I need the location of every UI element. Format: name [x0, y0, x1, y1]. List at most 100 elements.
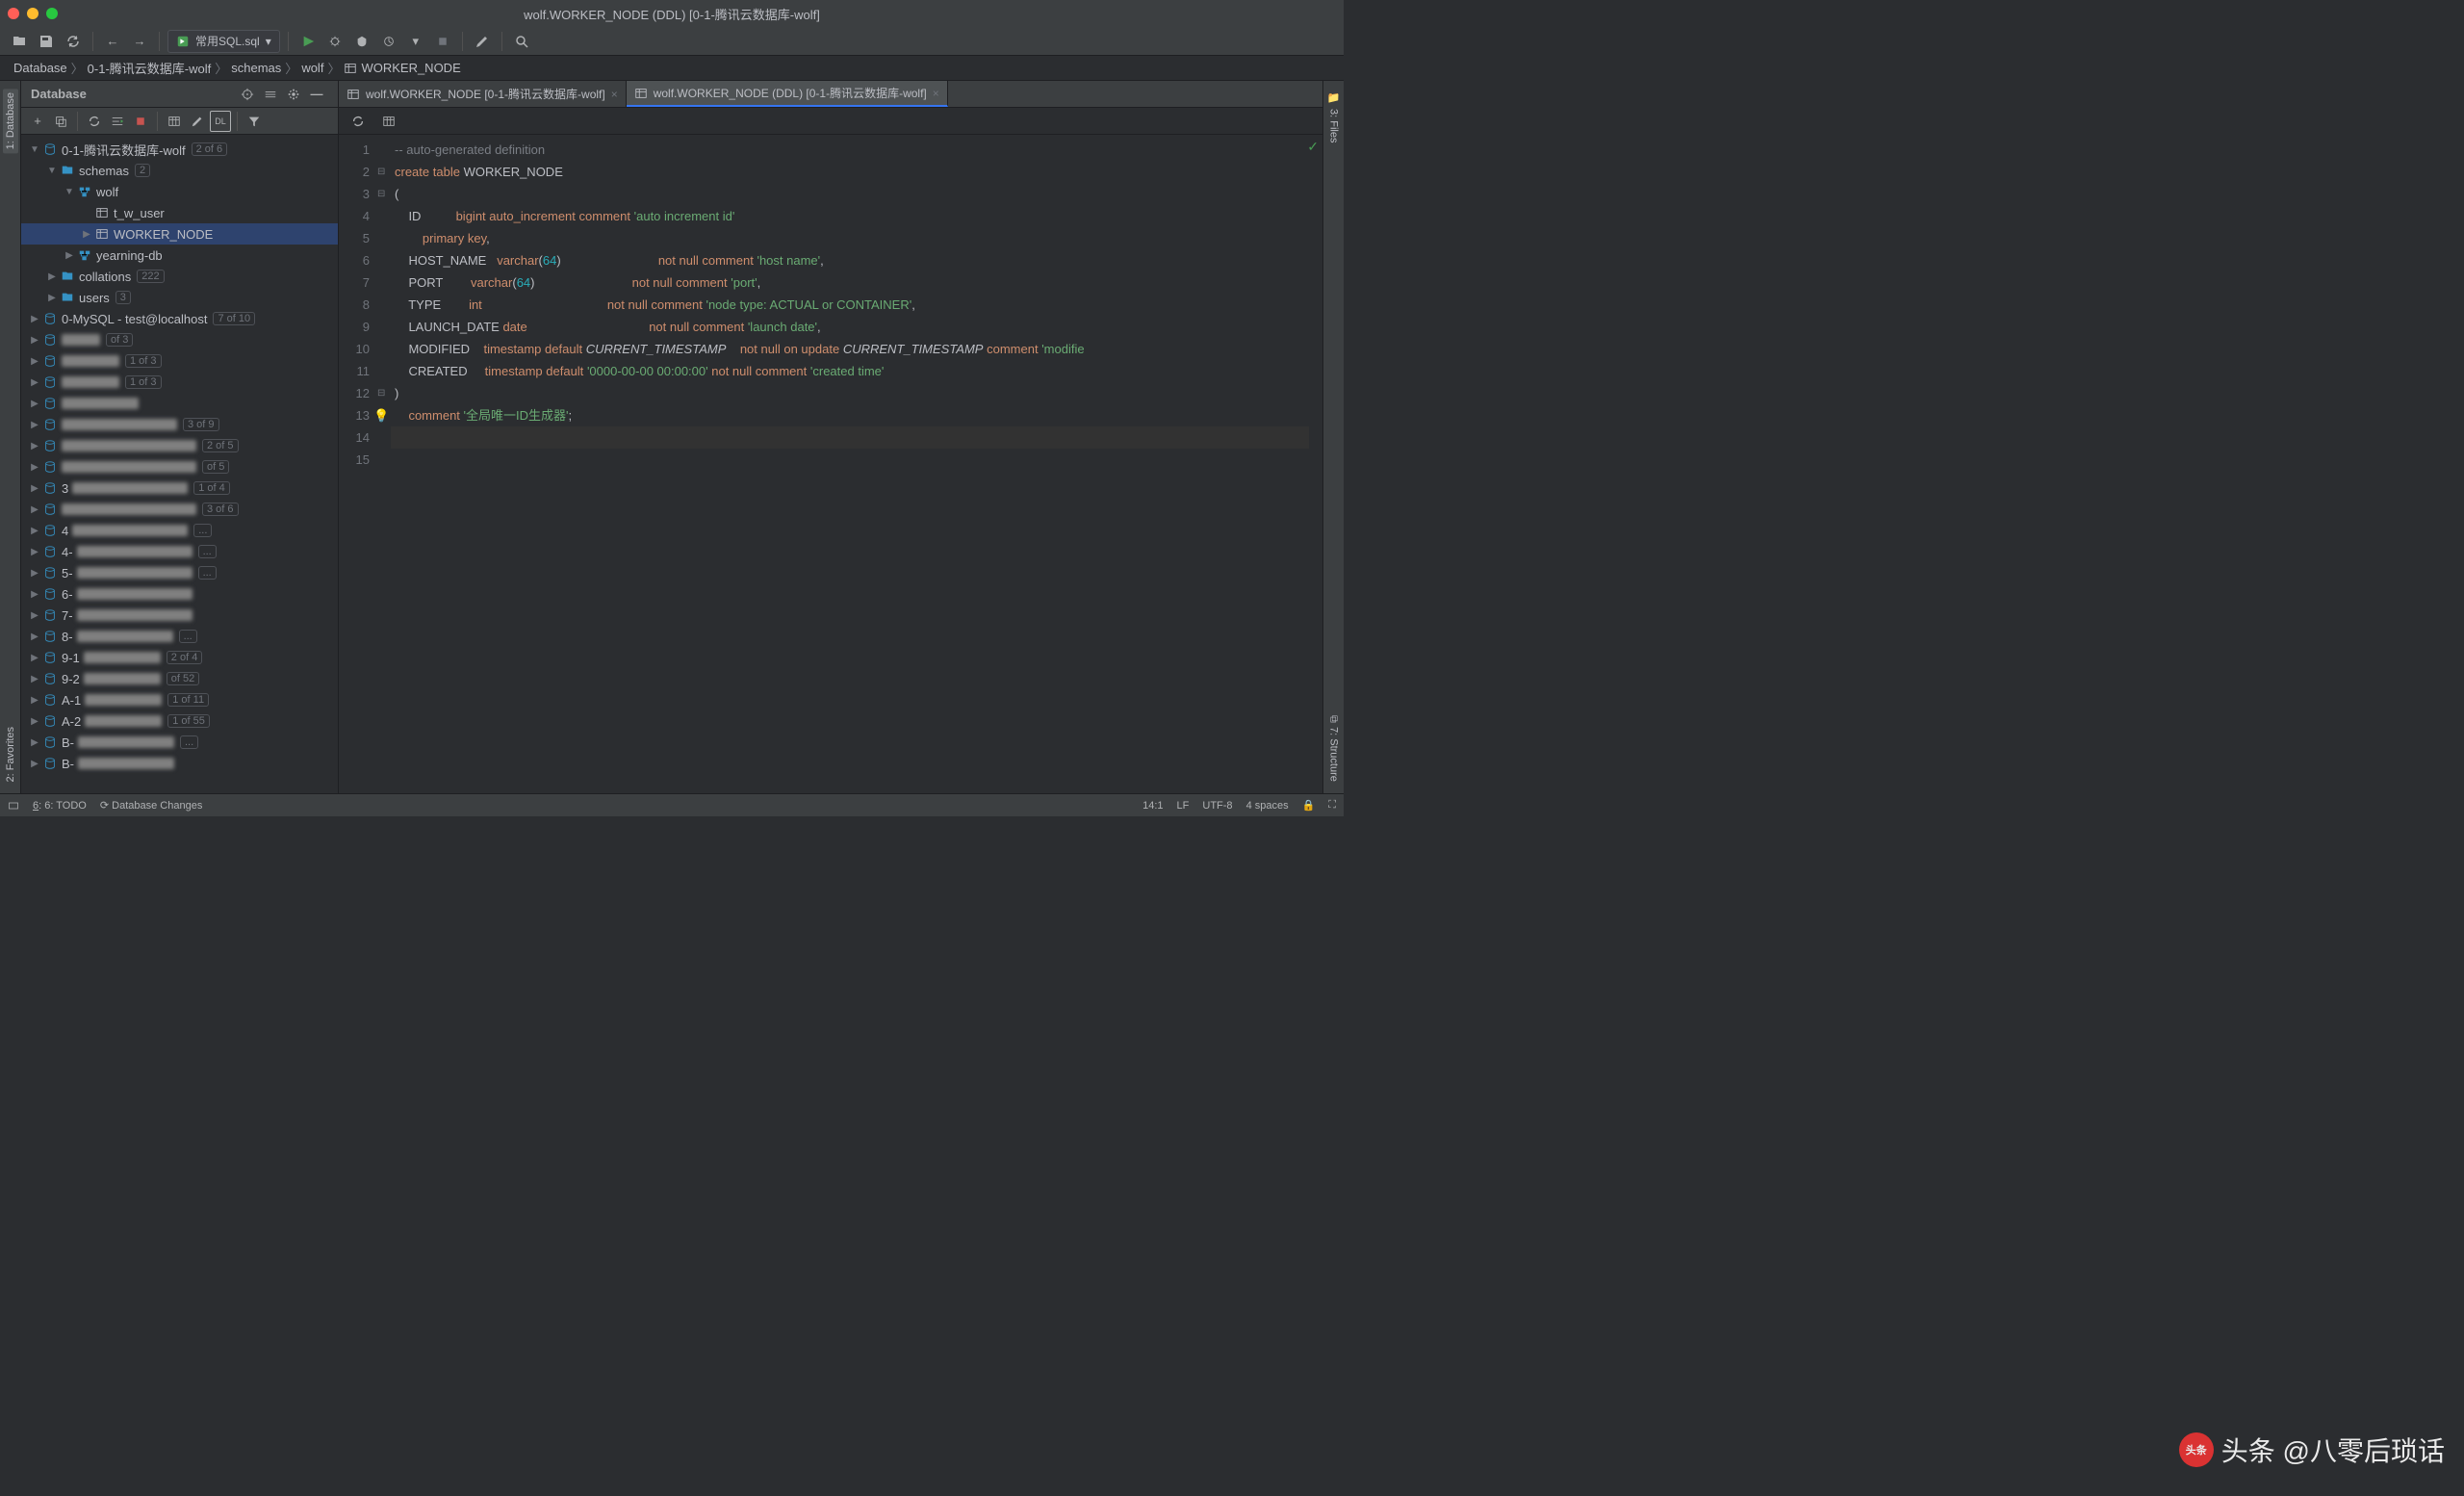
code-editor[interactable]: -- auto-generated definitioncreate table… [391, 135, 1309, 793]
tree-item[interactable]: ▶2 of 5 [21, 435, 338, 456]
tree-item[interactable]: ▶5- ... [21, 562, 338, 583]
attach-button[interactable]: ▾ [404, 30, 427, 53]
transaction-icon[interactable] [107, 111, 128, 132]
tree-item[interactable]: ▼0-1-腾讯云数据库-wolf2 of 6 [21, 139, 338, 160]
search-icon[interactable] [510, 30, 533, 53]
table-icon [344, 62, 357, 75]
titlebar: wolf.WORKER_NODE (DDL) [0-1-腾讯云数据库-wolf] [0, 0, 1344, 27]
tree-item[interactable]: ▶B- [21, 753, 338, 774]
side-tab-structure[interactable]: ⧉ 7: Structure [1323, 711, 1344, 786]
left-tool-strip: 1: Database 2: Favorites [0, 81, 21, 793]
status-encoding[interactable]: UTF-8 [1202, 800, 1232, 812]
tree-item[interactable]: ▶1 of 3 [21, 350, 338, 372]
side-tab-database[interactable]: 1: Database [3, 89, 18, 153]
status-db-changes[interactable]: ⟳ Database Changes [100, 799, 202, 812]
status-todo[interactable]: 6: 6: TODO [33, 800, 87, 812]
run-config-label: 常用SQL.sql [195, 33, 260, 49]
tree-item[interactable]: ▶of 3 [21, 329, 338, 350]
tree-item[interactable]: ▼wolf [21, 181, 338, 202]
tree-item[interactable]: ▶4 ... [21, 520, 338, 541]
tree-item[interactable]: t_w_user [21, 202, 338, 223]
tree-item[interactable]: ▶users3 [21, 287, 338, 308]
status-indent[interactable]: 4 spaces [1246, 800, 1289, 812]
run-config-dropdown[interactable]: 常用SQL.sql ▾ [167, 30, 280, 53]
close-tab-icon[interactable]: × [611, 88, 618, 101]
save-icon[interactable] [35, 30, 58, 53]
tree-item[interactable]: ▶3 of 6 [21, 499, 338, 520]
breadcrumb: Database〉 0-1-腾讯云数据库-wolf〉 schemas〉 wolf… [0, 56, 1344, 81]
editor-toolbar [339, 108, 1322, 135]
database-tree[interactable]: ▼0-1-腾讯云数据库-wolf2 of 6▼schemas2▼wolft_w_… [21, 135, 338, 793]
crumb-1[interactable]: 0-1-腾讯云数据库-wolf [88, 59, 212, 77]
run-button[interactable] [296, 30, 320, 53]
crumb-2[interactable]: schemas [231, 61, 281, 75]
tree-item[interactable]: ▶9-2 of 52 [21, 668, 338, 689]
gear-icon[interactable] [282, 83, 305, 106]
rollback-icon[interactable] [130, 111, 151, 132]
side-tab-favorites[interactable]: 2: Favorites [3, 723, 18, 786]
tree-item[interactable]: ▶4- ... [21, 541, 338, 562]
inspection-ok-icon: ✓ [1307, 139, 1319, 155]
minimize-icon[interactable]: — [305, 83, 328, 106]
profile-button[interactable] [377, 30, 400, 53]
refresh-icon[interactable] [84, 111, 105, 132]
duplicate-icon[interactable] [50, 111, 71, 132]
crumb-0[interactable]: Database [13, 61, 67, 75]
tree-item[interactable]: ▶yearning-db [21, 245, 338, 266]
tree-item[interactable]: ▶B- ... [21, 732, 338, 753]
table-view-icon[interactable] [164, 111, 185, 132]
sync-icon[interactable] [62, 30, 85, 53]
fold-gutter[interactable]: ⊟⊟⊟ [377, 135, 391, 793]
filter-icon[interactable] [244, 111, 265, 132]
back-icon[interactable]: ← [101, 30, 124, 53]
refresh-ddl-icon[interactable] [346, 110, 370, 133]
tree-item[interactable]: ▶3 of 9 [21, 414, 338, 435]
ddl-icon[interactable]: DL [210, 111, 231, 132]
chevron-down-icon: ▾ [266, 35, 271, 48]
crumb-4[interactable]: WORKER_NODE [361, 61, 460, 75]
add-icon[interactable]: + [27, 111, 48, 132]
collapse-icon[interactable] [259, 83, 282, 106]
window-title: wolf.WORKER_NODE (DDL) [0-1-腾讯云数据库-wolf] [524, 5, 820, 23]
crumb-3[interactable]: wolf [301, 61, 323, 75]
tree-item[interactable]: ▶6- [21, 583, 338, 605]
memory-icon[interactable]: ⛶ [1328, 799, 1336, 812]
tree-item[interactable]: ▶A-2 1 of 55 [21, 710, 338, 732]
edit-icon[interactable] [187, 111, 208, 132]
line-gutter[interactable]: 123456789101112131415 [339, 135, 377, 793]
settings-icon[interactable] [471, 30, 494, 53]
status-cursor[interactable]: 14:1 [1142, 800, 1163, 812]
main-toolbar: ← → 常用SQL.sql ▾ ▾ [0, 27, 1344, 56]
close-tab-icon[interactable]: × [933, 87, 939, 100]
tree-item[interactable]: ▶8- ... [21, 626, 338, 647]
stop-button[interactable] [431, 30, 454, 53]
tree-item[interactable]: ▶0-MySQL - test@localhost7 of 10 [21, 308, 338, 329]
tree-item[interactable]: ▶of 5 [21, 456, 338, 477]
editor-tab[interactable]: wolf.WORKER_NODE (DDL) [0-1-腾讯云数据库-wolf]… [627, 81, 948, 107]
close-window-button[interactable] [8, 8, 19, 19]
target-icon[interactable] [236, 83, 259, 106]
tree-item[interactable]: ▶3 1 of 4 [21, 477, 338, 499]
data-view-icon[interactable] [377, 110, 400, 133]
forward-icon[interactable]: → [128, 30, 151, 53]
tree-item[interactable]: ▶A-1 1 of 11 [21, 689, 338, 710]
open-icon[interactable] [8, 30, 31, 53]
status-rect-icon[interactable] [8, 800, 19, 812]
tree-item[interactable]: ▶7- [21, 605, 338, 626]
run-coverage-button[interactable] [350, 30, 373, 53]
tree-item[interactable]: ▼schemas2 [21, 160, 338, 181]
tree-item[interactable]: ▶9-1 2 of 4 [21, 647, 338, 668]
maximize-window-button[interactable] [46, 8, 58, 19]
tree-item[interactable]: ▶ [21, 393, 338, 414]
status-line-sep[interactable]: LF [1177, 800, 1190, 812]
side-tab-files[interactable]: 📁 3: Files [1323, 89, 1344, 147]
editor-tab[interactable]: wolf.WORKER_NODE [0-1-腾讯云数据库-wolf]× [339, 81, 627, 107]
tree-item[interactable]: ▶collations222 [21, 266, 338, 287]
lock-icon[interactable]: 🔒 [1302, 799, 1316, 812]
editor-area: wolf.WORKER_NODE [0-1-腾讯云数据库-wolf]×wolf.… [339, 81, 1322, 793]
tree-item[interactable]: ▶1 of 3 [21, 372, 338, 393]
minimize-window-button[interactable] [27, 8, 38, 19]
db-panel-toolbar: + DL [21, 108, 338, 135]
debug-button[interactable] [323, 30, 346, 53]
tree-item[interactable]: ▶WORKER_NODE [21, 223, 338, 245]
